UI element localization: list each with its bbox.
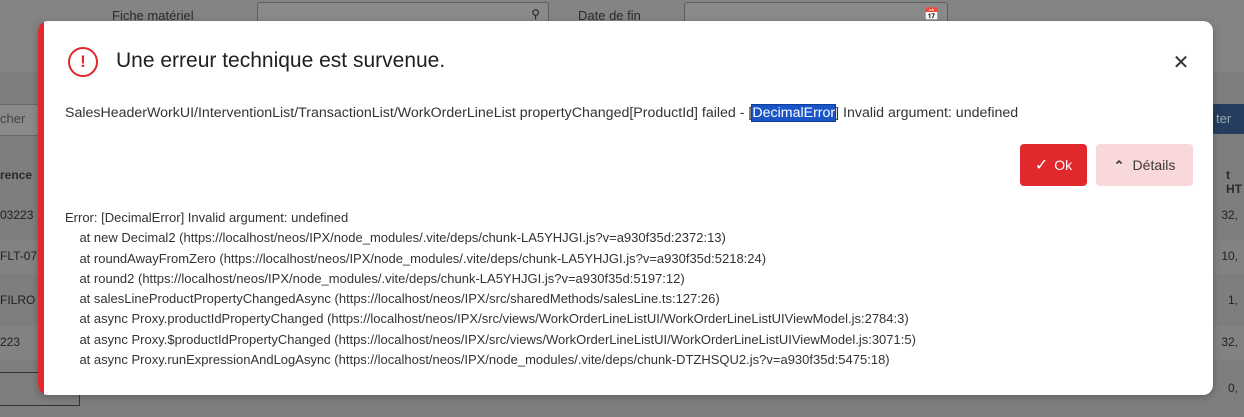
stack-line: at async Proxy.productIdPropertyChanged … <box>65 311 909 327</box>
background-filter-button[interactable]: ter <box>1211 104 1244 134</box>
checkmark-icon: ✓ <box>1034 157 1049 174</box>
stack-line: at async Proxy.$productIdPropertyChanged… <box>65 331 916 347</box>
error-message-prefix: SalesHeaderWorkUI/InterventionList/Trans… <box>65 105 753 121</box>
error-message: SalesHeaderWorkUI/InterventionList/Trans… <box>65 104 1195 122</box>
search-fragment: cher <box>0 111 26 126</box>
error-message-highlight: DecimalError <box>751 104 837 122</box>
row-total: 32, <box>1221 208 1238 222</box>
row-reference: FLT-07 <box>0 249 38 263</box>
row-reference: 223 <box>0 335 21 349</box>
row-total: 1, <box>1227 293 1238 307</box>
dialog-accent-bar <box>38 21 44 395</box>
chevron-up-icon: ⌃ <box>1113 158 1125 173</box>
search-icon: ⚲ <box>531 7 540 21</box>
error-message-suffix: ] Invalid argument: undefined <box>835 105 1019 121</box>
dialog-header: ! Une erreur technique est survenue. ✕ <box>68 47 1193 79</box>
column-header-reference: rence <box>0 168 33 182</box>
row-reference: 03223 <box>0 208 34 222</box>
column-header-total-ht: t HT <box>1226 168 1242 196</box>
row-total: 32, <box>1221 335 1238 349</box>
row-reference: FILRO <box>0 293 36 307</box>
stack-line: at async Proxy.runExpressionAndLogAsync … <box>65 352 890 368</box>
stack-line: at salesLineProductPropertyChangedAsync … <box>65 291 720 307</box>
close-icon[interactable]: ✕ <box>1169 51 1193 75</box>
ok-button[interactable]: ✓ Ok <box>1020 144 1087 186</box>
details-button-label: Détails <box>1132 157 1176 173</box>
button-fragment: ter <box>1216 111 1232 126</box>
background-search-input[interactable]: cher <box>0 104 39 136</box>
ok-button-label: Ok <box>1054 157 1073 173</box>
stack-line: Error: [DecimalError] Invalid argument: … <box>65 210 349 225</box>
row-total: 10, <box>1221 249 1238 263</box>
stack-trace: Error: [DecimalError] Invalid argument: … <box>65 208 1203 370</box>
error-dialog: ! Une erreur technique est survenue. ✕ S… <box>38 21 1213 395</box>
dialog-title: Une erreur technique est survenue. <box>116 49 446 72</box>
stack-line: at new Decimal2 (https://localhost/neos/… <box>65 230 726 246</box>
stack-line: at roundAwayFromZero (https://localhost/… <box>65 250 767 266</box>
exclamation-circle-icon: ! <box>68 47 98 77</box>
calendar-icon: 📅 <box>924 7 939 21</box>
stack-line: at round2 (https://localhost/neos/IPX/no… <box>65 270 685 286</box>
row-total: 0, <box>1227 381 1238 395</box>
details-button[interactable]: ⌃ Détails <box>1096 144 1193 186</box>
